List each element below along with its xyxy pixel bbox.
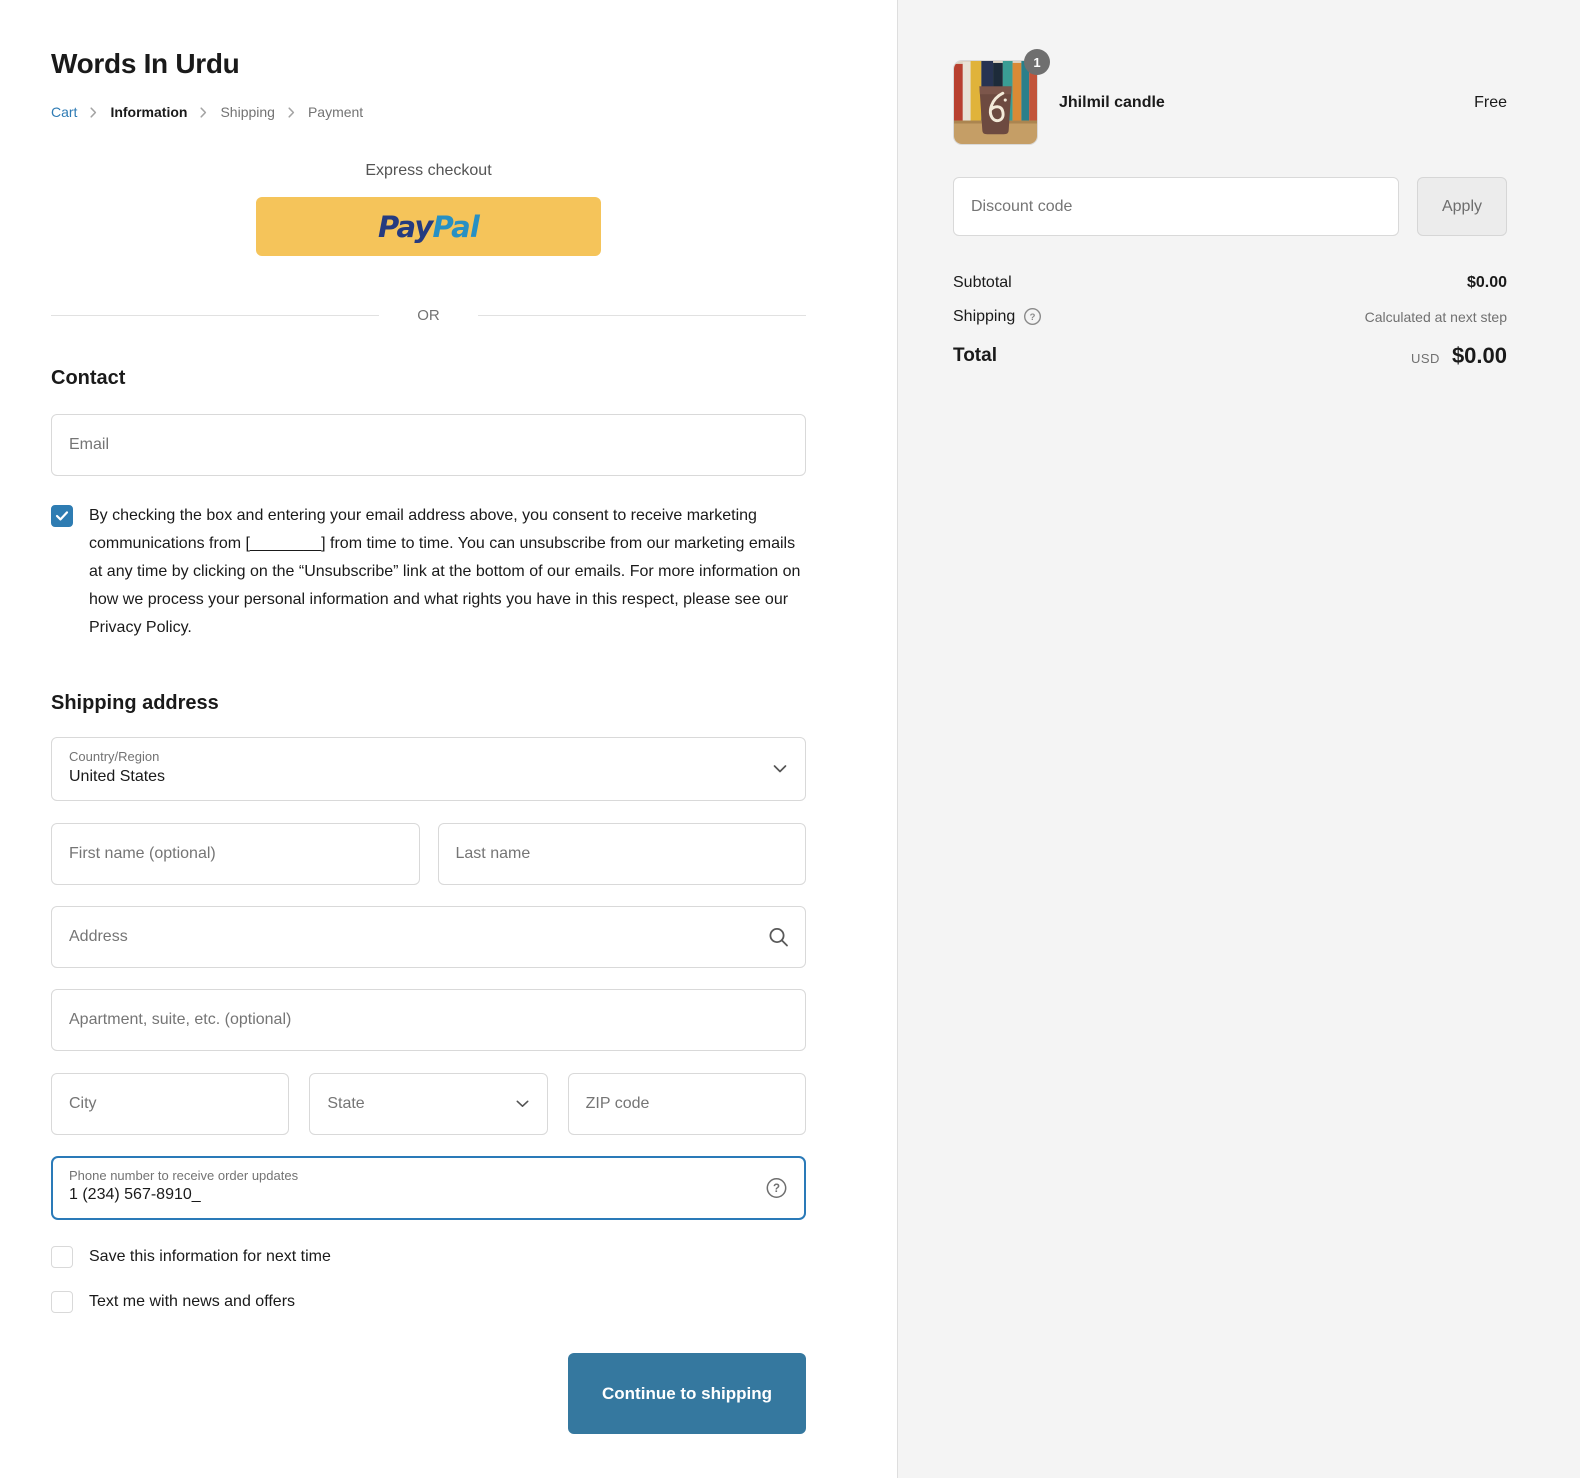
- shipping-address-section: Shipping address Country/Region United S…: [51, 692, 806, 1434]
- text-offers-row: Text me with news and offers: [51, 1291, 806, 1313]
- save-info-row: Save this information for next time: [51, 1246, 806, 1268]
- subtotal-value: $0.00: [1467, 274, 1507, 292]
- save-info-checkbox[interactable]: [51, 1246, 73, 1268]
- total-value: $0.00: [1452, 343, 1507, 369]
- chevron-right-icon: [90, 107, 97, 118]
- express-checkout-title: Express checkout: [51, 162, 806, 180]
- city-state-zip-row: State: [51, 1073, 806, 1135]
- help-icon[interactable]: ?: [765, 1177, 788, 1200]
- apartment-field[interactable]: [51, 989, 806, 1051]
- quantity-badge: 1: [1024, 49, 1050, 75]
- phone-field-label: Phone number to receive order updates: [69, 1168, 748, 1183]
- total-row: Total USD $0.00: [953, 343, 1507, 369]
- cart-line-item: 1 Jhilmil candle Free: [953, 60, 1507, 145]
- contact-section: Contact By checking the box and entering…: [51, 367, 806, 642]
- continue-to-shipping-button[interactable]: Continue to shipping: [568, 1353, 806, 1434]
- name-fields-row: [51, 823, 806, 885]
- or-divider: OR: [51, 307, 806, 324]
- form-actions: Continue to shipping: [51, 1353, 806, 1434]
- zip-code-field[interactable]: [568, 1073, 806, 1135]
- product-image: [953, 60, 1038, 145]
- subtotal-row: Subtotal $0.00: [953, 274, 1507, 292]
- product-price: Free: [1474, 94, 1507, 112]
- checkout-main: Words In Urdu Cart Information Shipping …: [0, 0, 897, 1478]
- marketing-consent-row: By checking the box and entering your em…: [51, 502, 806, 642]
- product-thumbnail-wrap: 1: [953, 60, 1038, 145]
- text-offers-checkbox[interactable]: [51, 1291, 73, 1313]
- chevron-down-icon: [773, 765, 787, 774]
- express-checkout-section: Express checkout PayPal: [51, 162, 806, 256]
- address-field[interactable]: [51, 906, 806, 968]
- breadcrumb-information: Information: [110, 104, 187, 120]
- chevron-right-icon: [200, 107, 207, 118]
- contact-title: Contact: [51, 367, 806, 390]
- svg-text:?: ?: [773, 1183, 780, 1195]
- state-select[interactable]: State: [309, 1073, 547, 1135]
- marketing-consent-checkbox[interactable]: [51, 505, 73, 527]
- phone-field-wrap: Phone number to receive order updates ?: [51, 1156, 806, 1220]
- product-name: Jhilmil candle: [1059, 94, 1474, 112]
- chevron-down-icon: [516, 1100, 529, 1108]
- country-select-value: United States: [69, 768, 788, 786]
- last-name-field[interactable]: [438, 823, 807, 885]
- save-info-label: Save this information for next time: [89, 1246, 331, 1268]
- discount-code-input[interactable]: [953, 177, 1399, 236]
- shipping-value: Calculated at next step: [1365, 309, 1507, 325]
- country-select-label: Country/Region: [69, 749, 788, 764]
- breadcrumb: Cart Information Shipping Payment: [51, 104, 806, 120]
- order-summary-sidebar: 1 Jhilmil candle Free Apply Subtotal $0.…: [897, 0, 1580, 1478]
- address-field-wrap: [51, 906, 806, 968]
- first-name-field[interactable]: [51, 823, 420, 885]
- checkmark-icon: [55, 510, 69, 522]
- totals-section: Subtotal $0.00 Shipping ? Calculated at …: [953, 274, 1507, 369]
- divider-line: [51, 315, 379, 316]
- divider-line: [478, 315, 806, 316]
- subtotal-label: Subtotal: [953, 274, 1012, 292]
- phone-field[interactable]: [69, 1186, 748, 1204]
- svg-text:?: ?: [1030, 312, 1036, 323]
- shipping-label: Shipping: [953, 308, 1015, 326]
- breadcrumb-cart-link[interactable]: Cart: [51, 104, 77, 120]
- total-label: Total: [953, 345, 997, 367]
- divider-label: OR: [379, 307, 478, 324]
- help-icon[interactable]: ?: [1023, 307, 1042, 326]
- breadcrumb-shipping: Shipping: [220, 104, 275, 120]
- city-field[interactable]: [51, 1073, 289, 1135]
- email-field[interactable]: [51, 414, 806, 476]
- chevron-right-icon: [288, 107, 295, 118]
- currency-code: USD: [1411, 351, 1440, 366]
- country-select[interactable]: Country/Region United States: [51, 737, 806, 801]
- state-select-value: State: [327, 1095, 364, 1113]
- text-offers-label: Text me with news and offers: [89, 1291, 295, 1313]
- shipping-address-title: Shipping address: [51, 692, 806, 715]
- discount-row: Apply: [953, 177, 1507, 236]
- checkout-page: Words In Urdu Cart Information Shipping …: [0, 0, 1580, 1478]
- apply-discount-button[interactable]: Apply: [1417, 177, 1507, 236]
- paypal-button[interactable]: PayPal: [256, 197, 601, 256]
- paypal-logo: PayPal: [378, 210, 479, 244]
- store-title: Words In Urdu: [51, 48, 806, 80]
- marketing-consent-text: By checking the box and entering your em…: [89, 502, 806, 642]
- breadcrumb-payment: Payment: [308, 104, 363, 120]
- shipping-row: Shipping ? Calculated at next step: [953, 307, 1507, 326]
